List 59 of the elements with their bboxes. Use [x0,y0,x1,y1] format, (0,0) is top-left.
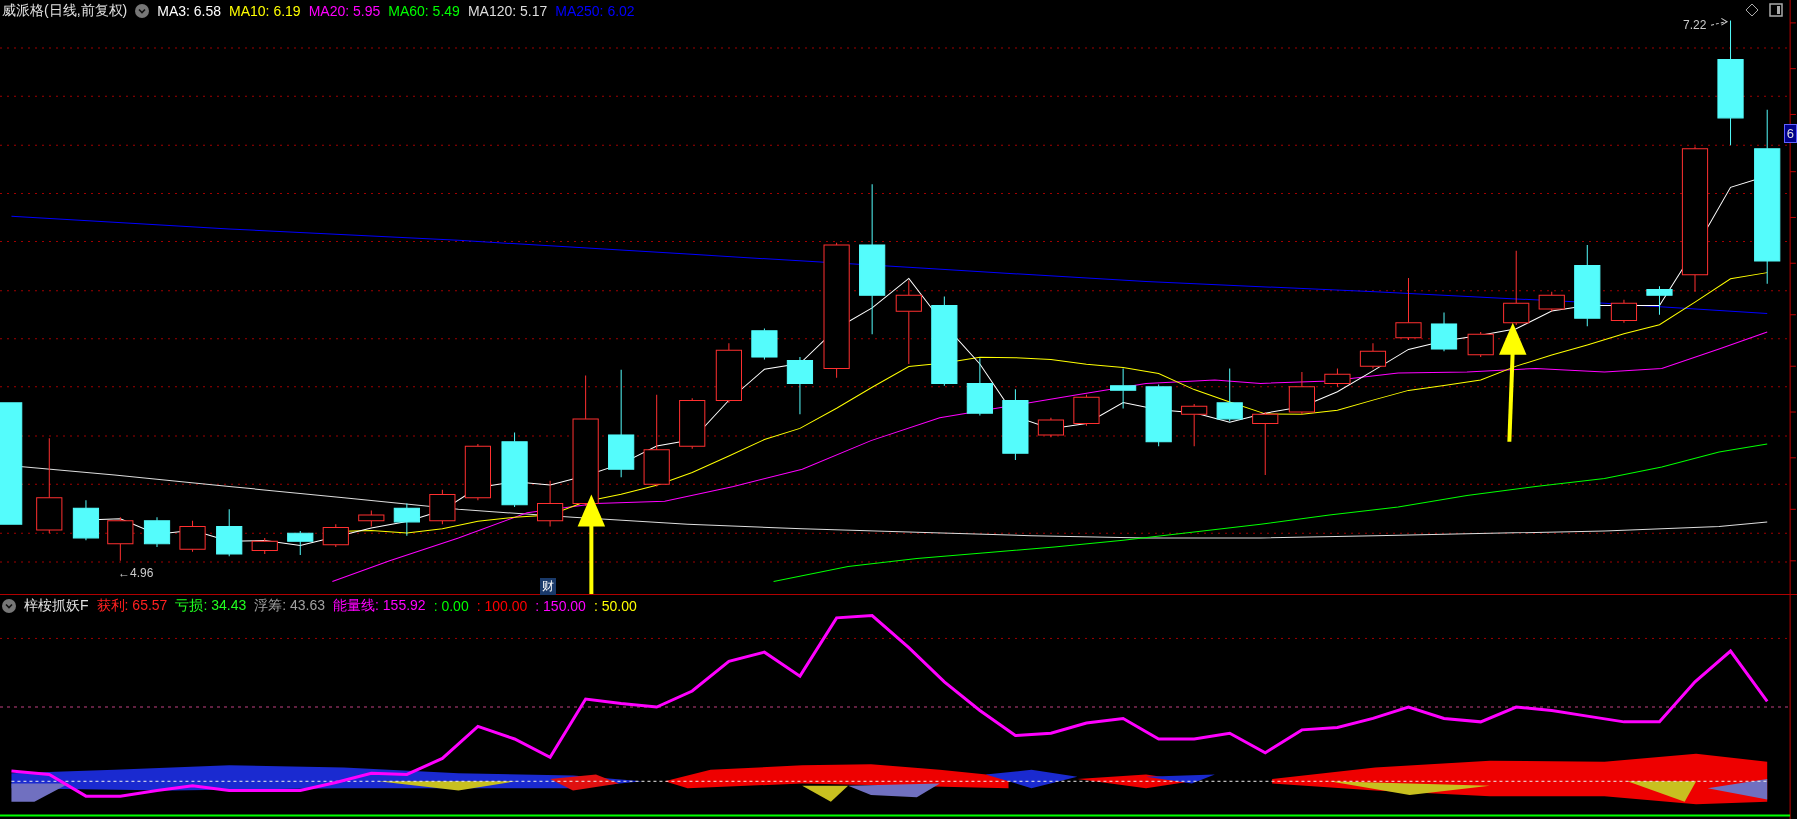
candlestick [1324,368,1351,388]
moving-average-label: MA10: 6.19 [229,3,301,19]
candlestick [1538,291,1565,312]
candlestick [1181,403,1208,447]
indicator-value: 亏损: 34.43 [175,597,247,615]
indicator-value: : 50.00 [593,598,637,614]
pointer-arrow-icon [1710,17,1728,26]
candlestick [966,357,993,416]
candlestick [1252,411,1279,476]
candlestick [464,443,491,501]
moving-average-label: MA3: 6.58 [157,3,222,19]
diamond-icon[interactable] [1745,3,1759,17]
chevron-down-icon[interactable] [2,599,16,613]
candlestick [287,530,314,556]
candlestick [1395,277,1422,341]
candlestick [251,537,278,555]
candlestick [751,327,778,360]
indicator-value: 获利: 65.57 [96,597,168,615]
candlestick [1145,384,1172,447]
candlestick [322,523,349,548]
candlestick [1610,299,1638,324]
candlestick [786,356,814,415]
indicator-value: 能量线: 155.92 [333,597,426,615]
candlestick [1646,285,1673,316]
candlestick [1288,371,1315,415]
indicator-value: : 0.00 [433,598,469,614]
indicator-value: 浮筹: 43.63 [254,597,326,615]
candlestick [1216,368,1243,422]
moving-average-label: MA250: 6.02 [555,3,635,19]
moving-average-label: MA20: 5.95 [308,3,381,19]
price-badge: 6 [1783,124,1797,143]
panel-icon[interactable] [1769,3,1783,17]
candlestick [537,480,564,527]
candlestick [72,499,100,541]
candlestick [1359,342,1387,370]
price-label: ←4.96 [118,566,154,580]
candlestick [179,520,206,553]
price-label: 7.22 [1683,18,1707,32]
event-badge[interactable]: 财 [540,578,556,595]
candlestick [1467,331,1494,358]
candlestick [1073,394,1100,427]
candlestick [1110,368,1137,410]
candlestick [1430,311,1458,352]
indicator-value: : 150.00 [535,598,586,614]
moving-average-label: MA120: 5.17 [467,3,548,19]
candlestick [358,509,385,527]
candlestick [1037,417,1065,438]
candlestick [107,516,134,562]
candlestick [143,516,171,548]
chevron-down-icon[interactable] [135,4,150,18]
indicator-value: : 100.00 [476,598,528,614]
moving-average-label: MA60: 5.49 [388,3,460,19]
candlestick [429,489,456,525]
candlestick [715,342,742,404]
candlestick [393,503,420,537]
chart-title: 威派格(日线,前复权) [2,2,128,20]
indicator-title: 梓桉抓妖F [24,597,89,615]
candlestick [216,508,243,557]
candlestick [679,397,706,450]
